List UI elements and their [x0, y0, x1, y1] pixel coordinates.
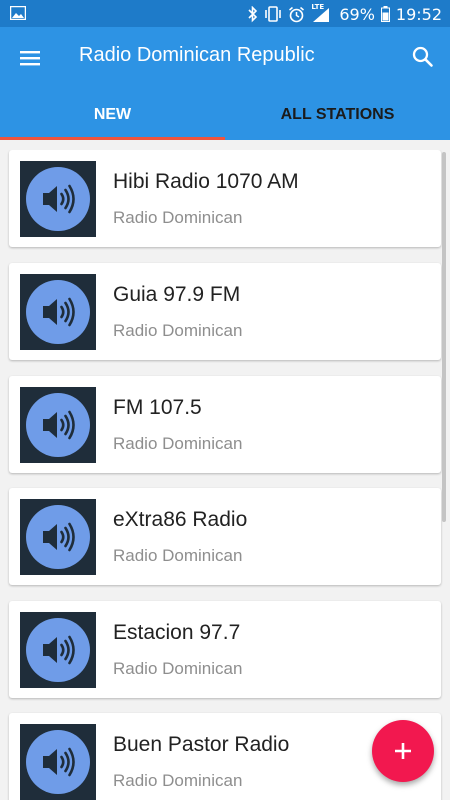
status-bar: LTE 69% 19:52	[0, 0, 450, 27]
station-subtitle: Radio Dominican	[113, 208, 243, 227]
search-button[interactable]	[410, 44, 436, 70]
battery-percent: 69%	[339, 4, 375, 24]
station-name: FM 107.5	[113, 396, 202, 419]
station-subtitle: Radio Dominican	[113, 434, 243, 453]
station-thumbnail	[20, 387, 96, 463]
station-thumbnail	[20, 724, 96, 800]
tab-new[interactable]: NEW	[0, 100, 225, 140]
speaker-icon	[26, 618, 90, 682]
station-name: Guia 97.9 FM	[113, 283, 241, 306]
page-title: Radio Dominican Republic	[79, 44, 315, 66]
lte-label: LTE	[311, 3, 325, 11]
station-subtitle: Radio Dominican	[113, 659, 243, 678]
menu-button[interactable]	[16, 45, 46, 71]
signal-icon: LTE	[311, 3, 331, 23]
station-card[interactable]: Hibi Radio 1070 AM Radio Dominican	[9, 150, 441, 247]
station-thumbnail	[20, 161, 96, 237]
clock: 19:52	[395, 4, 442, 24]
station-thumbnail	[20, 499, 96, 575]
station-subtitle: Radio Dominican	[113, 321, 243, 340]
speaker-icon	[26, 167, 90, 231]
station-card[interactable]: Estacion 97.7 Radio Dominican	[9, 601, 441, 698]
add-station-button[interactable]	[372, 720, 434, 782]
station-thumbnail	[20, 612, 96, 688]
speaker-icon	[26, 730, 90, 794]
vibrate-icon	[265, 6, 282, 22]
battery-icon	[380, 6, 390, 22]
tab-all-stations[interactable]: ALL STATIONS	[225, 100, 450, 140]
station-name: Estacion 97.7	[113, 621, 241, 644]
menu-icon	[20, 51, 40, 66]
speaker-icon	[26, 280, 90, 344]
station-card[interactable]: Guia 97.9 FM Radio Dominican	[9, 263, 441, 360]
station-subtitle: Radio Dominican	[113, 546, 243, 565]
station-card[interactable]: FM 107.5 Radio Dominican	[9, 376, 441, 473]
scrollbar[interactable]	[442, 152, 446, 522]
image-icon	[10, 6, 26, 20]
station-name: eXtra86 Radio	[113, 508, 248, 531]
station-list[interactable]: Hibi Radio 1070 AM Radio Dominican Guia …	[0, 150, 450, 800]
tab-bar: NEW ALL STATIONS	[0, 100, 450, 140]
station-card[interactable]: eXtra86 Radio Radio Dominican	[9, 488, 441, 585]
search-icon	[412, 46, 433, 67]
station-subtitle: Radio Dominican	[113, 771, 243, 790]
speaker-icon	[26, 505, 90, 569]
alarm-icon	[289, 6, 305, 22]
station-name: Hibi Radio 1070 AM	[113, 170, 299, 193]
speaker-icon	[26, 393, 90, 457]
tab-indicator	[0, 137, 225, 140]
bluetooth-icon	[248, 5, 258, 22]
plus-icon	[395, 743, 411, 759]
station-name: Buen Pastor Radio	[113, 733, 290, 756]
app-bar: Radio Dominican Republic NEW ALL STATION…	[0, 27, 450, 140]
station-thumbnail	[20, 274, 96, 350]
